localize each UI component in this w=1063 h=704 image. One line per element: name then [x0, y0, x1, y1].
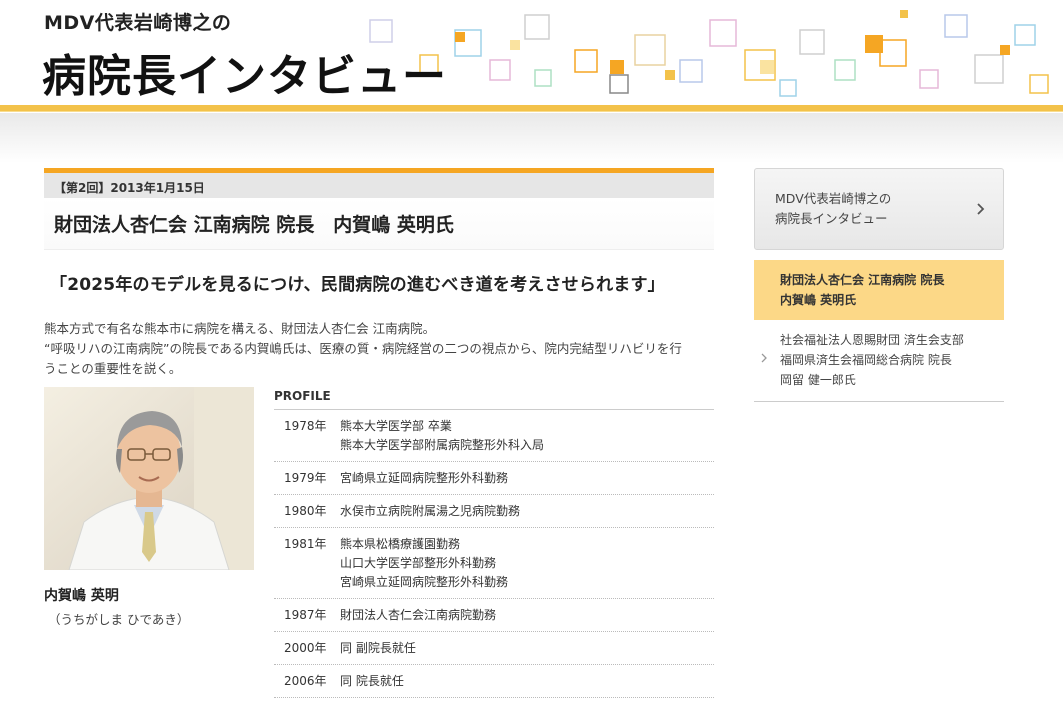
career-line: 財団法人杏仁会江南病院勤務 [340, 608, 497, 622]
article-lead: 熊本方式で有名な熊本市に病院を構える、財団法人杏仁会 江南病院。 “呼吸リハの江… [44, 319, 714, 379]
series-link-button[interactable]: MDV代表岩崎博之の 病院長インタビュー [754, 168, 1004, 250]
lead-line: “呼吸リハの江南病院”の院長である内賀嶋氏は、医療の質・病院経営の二つの視点から… [44, 341, 682, 356]
career-line: 宮崎県立延岡病院整形外科勤務 [340, 471, 509, 485]
sidebar: MDV代表岩崎博之の 病院長インタビュー 財団法人杏仁会 江南病院 院長 内賀嶋… [754, 168, 1004, 402]
career-row: 2000年同 副院長就任 [274, 632, 714, 665]
site-header: MDV代表岩崎博之の 病院長インタビュー [0, 0, 1063, 112]
career-row: 1978年 熊本大学医学部 卒業熊本大学医学部附属病院整形外科入局 [274, 410, 714, 462]
career-year: 1980年 [284, 504, 327, 518]
current-item-line: 財団法人杏仁会 江南病院 院長 [780, 273, 945, 287]
career-detail: 熊本大学医学部 卒業熊本大学医学部附属病院整形外科入局 [340, 417, 714, 455]
chevron-right-icon [977, 203, 985, 215]
career-detail: 同 院長就任 [340, 672, 714, 691]
career-year: 1981年 [284, 537, 327, 551]
career-row: 1979年 宮崎県立延岡病院整形外科勤務 [274, 462, 714, 495]
profile-section: PROFILE 1978年 熊本大学医学部 卒業熊本大学医学部附属病院整形外科入局… [274, 387, 714, 698]
lead-line: うことの重要性を説く。 [44, 361, 182, 376]
interviewee-title: 財団法人杏仁会 江南病院 院長 内賀嶋 英明氏 [44, 198, 714, 250]
gradient-band [0, 113, 1063, 163]
career-detail: 同 副院長就任 [340, 639, 714, 658]
career-line: 同 院長就任 [340, 674, 404, 688]
career-year: 2006年 [284, 674, 327, 688]
site-title[interactable]: 病院長インタビュー [42, 40, 447, 104]
current-item-line: 内賀嶋 英明氏 [780, 293, 857, 307]
career-list: 1978年 熊本大学医学部 卒業 熊本大学医学部附属病院整形外科入局 1979年 宮崎県… [274, 410, 714, 698]
career-year: 1987年 [284, 608, 327, 622]
career-row: 1981年 熊本県松橋療護園勤務山口大学医学部整形外科勤務 宮崎県立延岡病院整形外科… [274, 528, 714, 599]
career-line: 熊本大学医学部附属病院整形外科入局 [340, 438, 545, 452]
career-line: 熊本大学医学部 卒業 [340, 419, 452, 433]
person-kana: （うちがしま ひであき） [48, 612, 190, 627]
header-decoration [369, 10, 1049, 97]
career-row: 1980年 水俣市立病院附属湯之児病院勤務 [274, 495, 714, 528]
link-line: 社会福祉法人恩賜財団 済生会支部 [780, 333, 964, 347]
career-year: 1979年 [284, 471, 327, 485]
profile-heading: PROFILE [274, 387, 714, 410]
header-band-light [0, 111, 1063, 112]
career-detail: 財団法人杏仁会江南病院勤務 [340, 606, 714, 625]
career-row: 2006年同 院長就任 [274, 665, 714, 698]
career-year: 2000年 [284, 641, 327, 655]
lead-line: 熊本方式で有名な熊本市に病院を構える、財団法人杏仁会 江南病院。 [44, 321, 436, 336]
career-line: 水俣市立病院附属湯之児病院勤務 [340, 504, 521, 518]
article-date: 【第2回】2013年1月15日 [44, 168, 714, 198]
article: 【第2回】2013年1月15日 財団法人杏仁会 江南病院 院長 内賀嶋 英明氏 … [44, 168, 714, 704]
career-line: 宮崎県立延岡病院整形外科勤務 [340, 575, 509, 589]
career-year: 1978年 [284, 419, 327, 433]
series-link-line: 病院長インタビュー [775, 211, 888, 226]
sidebar-item-link[interactable]: 社会福祉法人恩賜財団 済生会支部 福岡県済生会福岡総合病院 院長 岡留 健一郎氏 [754, 320, 1004, 402]
article-headline: 「2025年のモデルを見るにつけ、民間病院の進むべき道を考えさせられます」 [50, 275, 665, 295]
career-line: 熊本県松橋療護園勤務 [340, 537, 461, 551]
career-line: 山口大学医学部整形外科勤務 [340, 556, 497, 570]
link-line: 岡留 健一郎氏 [780, 373, 856, 387]
career-detail: 水俣市立病院附属湯之児病院勤務 [340, 502, 714, 521]
chevron-right-icon [761, 353, 767, 363]
sidebar-item-current[interactable]: 財団法人杏仁会 江南病院 院長 内賀嶋 英明氏 [754, 260, 1004, 320]
portrait-photo [44, 387, 254, 570]
profile-area: 内賀嶋 英明 （うちがしま ひであき） PROFILE 1978年 熊本大学医学部… [44, 387, 714, 704]
person-name: 内賀嶋 英明 [44, 588, 119, 604]
career-line: 同 副院長就任 [340, 641, 416, 655]
career-detail: 熊本県松橋療護園勤務山口大学医学部整形外科勤務 宮崎県立延岡病院整形外科勤務 [340, 535, 714, 592]
link-line: 福岡県済生会福岡総合病院 院長 [780, 353, 952, 367]
career-row: 1987年 財団法人杏仁会江南病院勤務 [274, 599, 714, 632]
series-link-line: MDV代表岩崎博之の [775, 191, 892, 206]
header-subtitle: MDV代表岩崎博之の [44, 12, 232, 34]
career-detail: 宮崎県立延岡病院整形外科勤務 [340, 469, 714, 488]
